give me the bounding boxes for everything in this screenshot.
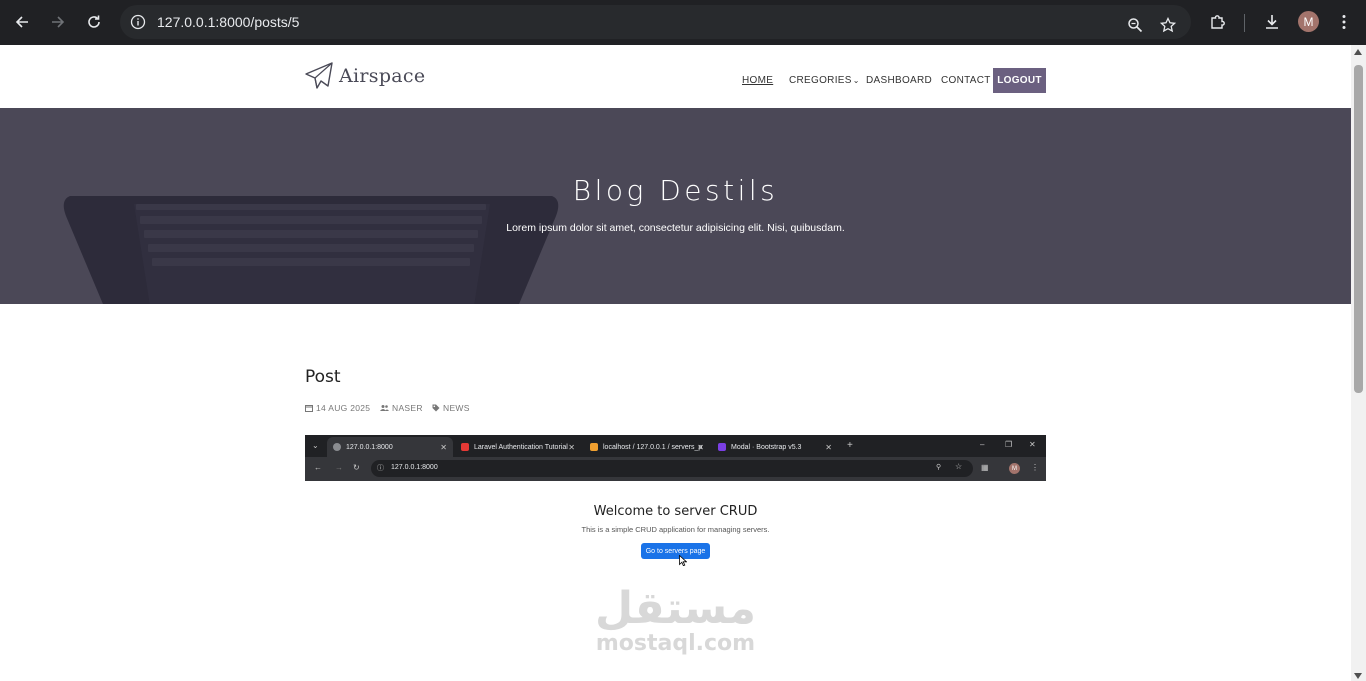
scroll-up-arrow-icon[interactable] xyxy=(1354,49,1362,55)
bookmark-star-icon[interactable] xyxy=(1158,15,1178,35)
logout-button[interactable]: LOGOUT xyxy=(993,68,1046,93)
address-bar[interactable]: 127.0.0.1:8000/posts/5 xyxy=(120,5,1191,39)
image-back-icon: ← xyxy=(314,463,322,472)
nav-contact-link[interactable]: CONTACT xyxy=(941,75,991,86)
minimize-icon: – xyxy=(980,440,985,449)
back-button[interactable] xyxy=(10,10,34,34)
image-tab: Modal · Bootstrap v5.3 ✕ xyxy=(712,437,838,457)
restore-icon: ❐ xyxy=(1005,440,1013,449)
globe-icon xyxy=(333,443,341,451)
site-header: Airspace HOME CREGORIES⌄ DASHBOARD CONTA… xyxy=(0,45,1351,108)
laptop-background-image xyxy=(63,196,559,304)
image-browser-tabstrip: ⌄ 127.0.0.1:8000 ✕ Laravel Authenticatio… xyxy=(305,435,1046,457)
chevron-down-icon: ⌄ xyxy=(852,76,860,85)
kebab-menu-icon xyxy=(1342,15,1346,29)
hero-title: Blog Destils xyxy=(572,174,779,207)
image-heading: Welcome to server CRUD xyxy=(593,504,758,519)
image-zoom-icon: ⚲ xyxy=(936,464,942,471)
watermark-english: mostaql.com xyxy=(595,631,756,656)
image-tab: Laravel Authentication Tutorial ✕ xyxy=(455,437,581,457)
url-path: :8000/posts/5 xyxy=(215,14,300,30)
nav-categories-label: CREGORIES xyxy=(789,75,852,86)
image-tab: localhost / 127.0.0.1 / servers_p ✕ xyxy=(584,437,710,457)
image-browser-toolbar: ← → ↻ ⓘ 127.0.0.1:8000 ⚲ ☆ ▦ M ⋮ xyxy=(305,457,1046,481)
nav-dashboard-link[interactable]: DASHBOARD xyxy=(866,75,932,86)
post-date: 14 AUG 2025 xyxy=(305,403,370,413)
image-tab: 127.0.0.1:8000 ✕ xyxy=(327,437,453,457)
mostaql-watermark: مستقل mostaql.com xyxy=(305,585,1046,655)
scroll-down-arrow-icon[interactable] xyxy=(1354,673,1362,679)
image-url: 127.0.0.1:8000 xyxy=(391,464,438,471)
users-icon xyxy=(380,404,389,412)
calendar-icon xyxy=(305,404,313,412)
post-author-text: NASER xyxy=(392,403,423,413)
image-tab-label: Laravel Authentication Tutorial xyxy=(474,443,568,451)
hero-subtitle: Lorem ipsum dolor sit amet, consectetur … xyxy=(506,222,845,234)
post-date-text: 14 AUG 2025 xyxy=(316,403,371,413)
image-subheading: This is a simple CRUD application for ma… xyxy=(581,525,770,534)
post-tag[interactable]: NEWS xyxy=(432,403,470,413)
close-icon: ✕ xyxy=(697,442,704,452)
new-tab-icon: + xyxy=(847,440,853,451)
forward-button[interactable] xyxy=(46,10,70,34)
image-tab-label: localhost / 127.0.0.1 / servers_p xyxy=(603,443,703,451)
profile-avatar[interactable]: M xyxy=(1298,11,1319,32)
image-tab-label: Modal · Bootstrap v5.3 xyxy=(731,443,802,451)
site-logo[interactable]: Airspace xyxy=(305,62,425,90)
browser-toolbar: 127.0.0.1:8000/posts/5 M xyxy=(0,0,1366,45)
back-arrow-icon xyxy=(15,16,28,28)
youtube-icon xyxy=(461,443,469,451)
post-title: Post xyxy=(305,367,341,387)
post-tag-text: NEWS xyxy=(443,403,470,413)
watermark-arabic: مستقل xyxy=(595,583,756,634)
image-reload-icon: ↻ xyxy=(353,463,360,472)
close-icon: ✕ xyxy=(568,442,575,452)
image-star-icon: ☆ xyxy=(955,462,963,471)
post-image: ⌄ 127.0.0.1:8000 ✕ Laravel Authenticatio… xyxy=(305,435,1046,671)
hero-banner: Blog Destils Lorem ipsum dolor sit amet,… xyxy=(0,108,1351,304)
image-tab-search-icon: ⌄ xyxy=(312,441,319,450)
image-forward-icon: → xyxy=(335,463,343,472)
bootstrap-icon xyxy=(718,443,726,451)
image-servers-button: Go to servers page xyxy=(641,543,710,559)
forward-arrow-icon xyxy=(52,16,65,28)
image-menu-icon: ⋮ xyxy=(1031,463,1039,472)
zoom-icon[interactable] xyxy=(1125,15,1145,35)
puzzle-icon xyxy=(1211,15,1225,29)
close-icon: ✕ xyxy=(440,442,447,452)
paper-plane-icon xyxy=(305,62,333,89)
chrome-menu-button[interactable] xyxy=(1332,10,1356,34)
extensions-button[interactable] xyxy=(1206,10,1230,34)
toolbar-divider xyxy=(1244,14,1245,32)
page-viewport: Airspace HOME CREGORIES⌄ DASHBOARD CONTA… xyxy=(0,45,1351,681)
reload-button[interactable] xyxy=(82,10,106,34)
image-avatar: M xyxy=(1009,463,1020,474)
window-close-icon: ✕ xyxy=(1029,440,1036,449)
site-info-icon[interactable] xyxy=(128,12,148,32)
downloads-button[interactable] xyxy=(1260,10,1284,34)
page-scrollbar[interactable] xyxy=(1351,45,1366,681)
nav-home-link[interactable]: HOME xyxy=(742,75,773,86)
brand-name: Airspace xyxy=(339,65,426,87)
mouse-cursor-icon xyxy=(679,555,687,566)
image-extensions-icon: ▦ xyxy=(981,463,989,472)
url-host: 127.0.0.1 xyxy=(157,14,216,30)
tag-icon xyxy=(432,404,440,412)
address-url[interactable]: 127.0.0.1:8000/posts/5 xyxy=(157,14,299,30)
nav-categories-link[interactable]: CREGORIES⌄ xyxy=(789,75,860,86)
close-icon: ✕ xyxy=(825,442,832,452)
phpmyadmin-icon xyxy=(590,443,598,451)
image-tab-label: 127.0.0.1:8000 xyxy=(346,443,393,451)
download-icon xyxy=(1266,15,1278,29)
scrollbar-thumb[interactable] xyxy=(1354,65,1363,393)
image-address-bar: ⓘ 127.0.0.1:8000 ⚲ ☆ xyxy=(371,460,973,477)
reload-icon xyxy=(88,15,100,28)
image-info-icon: ⓘ xyxy=(377,465,384,472)
post-author[interactable]: NASER xyxy=(380,403,423,413)
